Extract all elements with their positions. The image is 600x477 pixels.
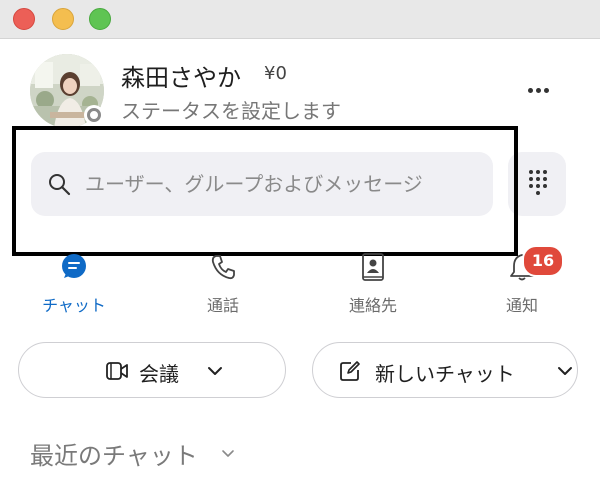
- window-titlebar: [0, 0, 600, 39]
- minimize-window-button[interactable]: [52, 8, 74, 30]
- meeting-button-label: 会議: [139, 362, 179, 386]
- set-status-link[interactable]: ステータスを設定します: [121, 95, 341, 124]
- notification-count-badge: 16: [522, 245, 564, 277]
- phone-icon: [211, 255, 235, 280]
- compose-icon: [340, 361, 360, 381]
- more-options-button[interactable]: [524, 78, 554, 102]
- new-chat-button-label: 新しいチャット: [375, 362, 515, 386]
- tab-chat-label: チャット: [42, 296, 106, 315]
- new-chat-button[interactable]: 新しいチャット: [312, 342, 578, 398]
- credit-balance[interactable]: ¥0: [264, 63, 287, 84]
- dot-icon: [528, 88, 533, 93]
- tab-calls-label: 通話: [206, 296, 239, 315]
- chat-icon: [62, 254, 86, 278]
- video-camera-icon: [106, 362, 128, 380]
- dot-icon: [536, 88, 541, 93]
- highlight-frame: [12, 126, 518, 256]
- presence-status-icon: [84, 105, 104, 125]
- meeting-button[interactable]: 会議: [18, 342, 286, 398]
- dot-icon: [544, 88, 549, 93]
- contacts-icon: [362, 253, 384, 281]
- recent-chats-label[interactable]: 最近のチャット: [30, 436, 198, 471]
- tab-contacts-label: 連絡先: [348, 296, 397, 315]
- tab-calls[interactable]: 通話: [163, 250, 283, 318]
- chevron-down-icon[interactable]: [220, 448, 236, 460]
- chevron-down-icon: [208, 367, 222, 375]
- profile-name[interactable]: 森田さやか: [121, 58, 241, 93]
- zoom-window-button[interactable]: [89, 8, 111, 30]
- close-window-button[interactable]: [13, 8, 35, 30]
- tab-chat[interactable]: チャット: [14, 250, 134, 318]
- tab-notifications-label: 通知: [505, 296, 538, 315]
- chevron-down-icon: [558, 367, 572, 375]
- tab-contacts[interactable]: 連絡先: [313, 250, 433, 318]
